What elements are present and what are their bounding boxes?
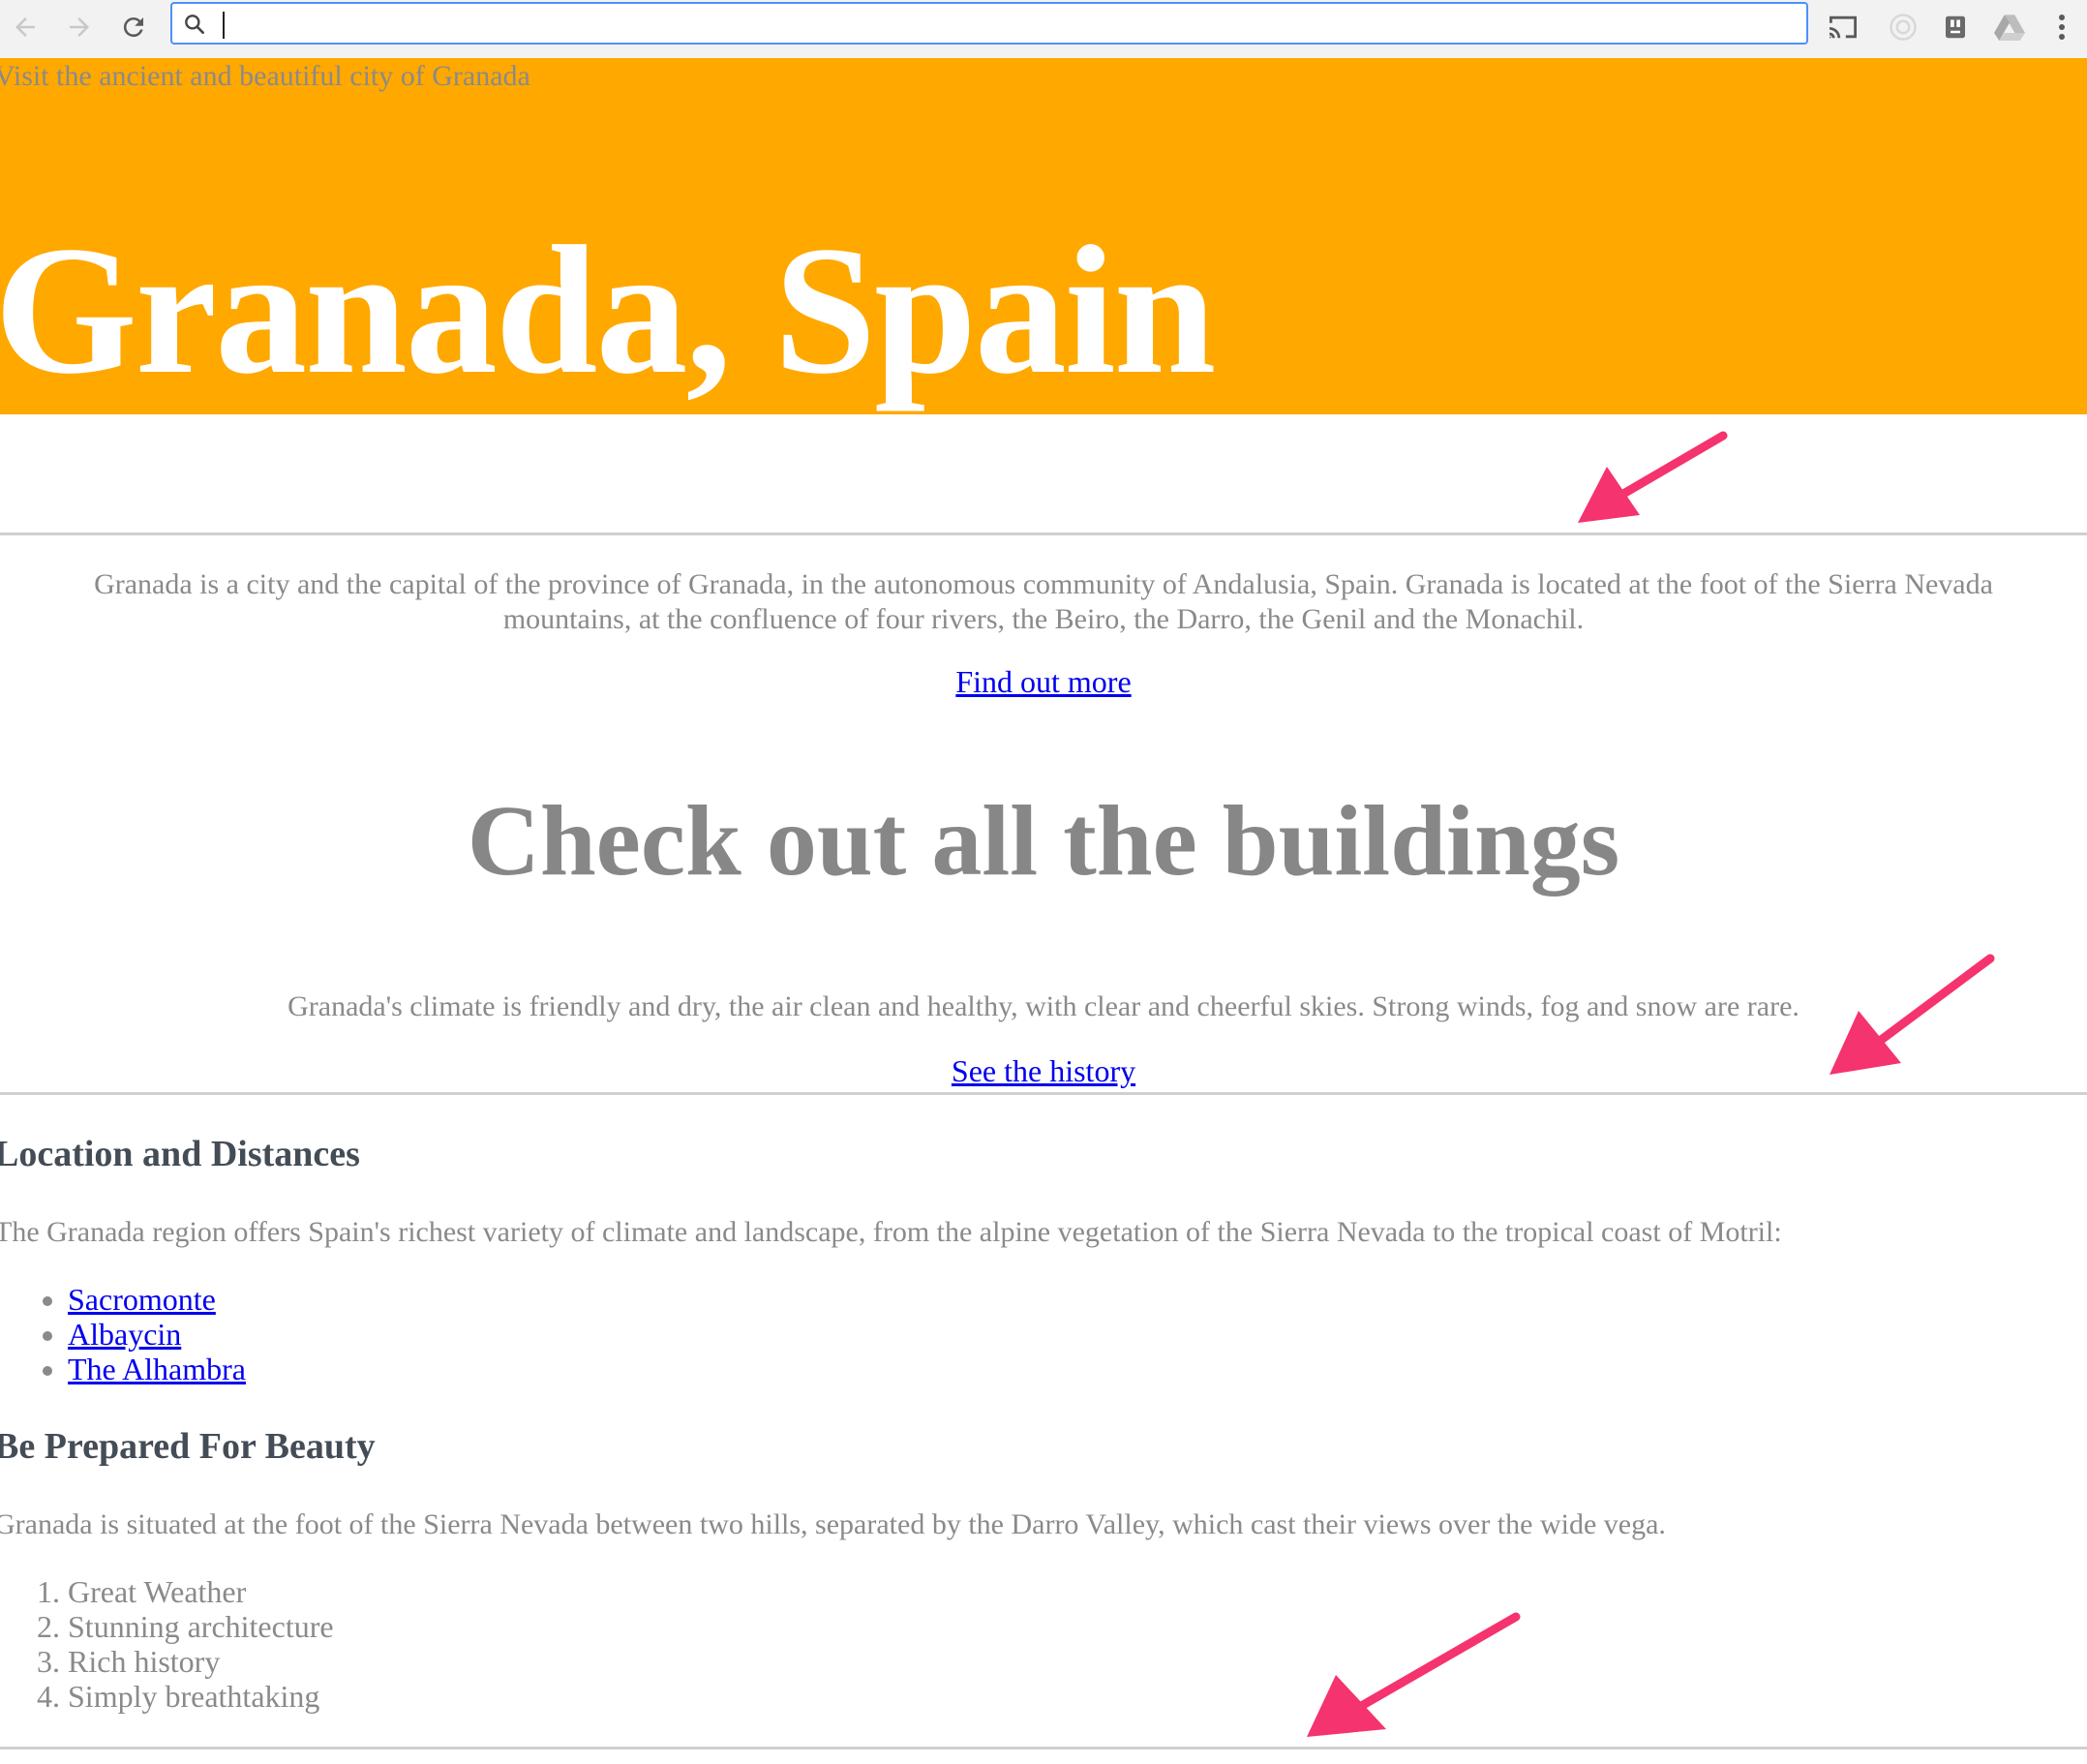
book-extension-icon[interactable] xyxy=(1934,6,1977,48)
list-item: Great Weather xyxy=(68,1574,334,1609)
place-link-alhambra[interactable]: The Alhambra xyxy=(68,1352,246,1386)
cast-icon[interactable] xyxy=(1822,6,1864,48)
hero-tagline: Visit the ancient and beautiful city of … xyxy=(0,60,530,92)
divider xyxy=(0,1092,2087,1095)
list-item: Stunning architecture xyxy=(68,1609,334,1644)
reasons-list: Great Weather Stunning architecture Rich… xyxy=(23,1574,334,1714)
page-title: Granada, Spain xyxy=(0,209,1216,412)
circle-extension-icon[interactable] xyxy=(1882,6,1924,48)
hero-banner: Visit the ancient and beautiful city of … xyxy=(0,58,2087,414)
annotation-arrow-icon xyxy=(1307,1612,1521,1737)
forward-arrow-icon[interactable] xyxy=(58,6,101,48)
list-item: Sacromonte xyxy=(68,1282,246,1317)
omnibox-input[interactable] xyxy=(219,8,1791,41)
list-item: Rich history xyxy=(68,1644,334,1679)
annotation-arrow-icon xyxy=(1578,431,1728,523)
location-paragraph: The Granada region offers Spain's riches… xyxy=(0,1216,1782,1248)
buildings-heading: Check out all the buildings xyxy=(467,785,1620,897)
intro-paragraph: Granada is a city and the capital of the… xyxy=(94,568,1993,635)
place-link-albaycin[interactable]: Albaycin xyxy=(68,1317,181,1352)
beauty-heading: Be Prepared For Beauty xyxy=(0,1426,376,1467)
divider xyxy=(0,532,2087,535)
see-the-history-link[interactable]: See the history xyxy=(952,1053,1135,1088)
location-heading: Location and Distances xyxy=(0,1134,360,1174)
search-icon xyxy=(182,12,207,42)
list-item: Albaycin xyxy=(68,1317,246,1352)
climate-paragraph: Granada's climate is friendly and dry, t… xyxy=(287,990,1800,1022)
beauty-paragraph: Granada is situated at the foot of the S… xyxy=(0,1508,1666,1540)
list-item: The Alhambra xyxy=(68,1352,246,1386)
kebab-menu-icon[interactable] xyxy=(2042,6,2081,48)
find-out-more-link[interactable]: Find out more xyxy=(955,664,1131,699)
browser-toolbar xyxy=(0,0,2087,59)
drive-icon[interactable] xyxy=(1988,6,2031,48)
reload-icon[interactable] xyxy=(112,6,155,48)
address-bar[interactable] xyxy=(170,2,1808,45)
divider xyxy=(0,1747,2087,1749)
place-link-sacromonte[interactable]: Sacromonte xyxy=(68,1282,216,1317)
places-list: Sacromonte Albaycin The Alhambra xyxy=(23,1282,246,1386)
back-arrow-icon[interactable] xyxy=(4,6,46,48)
list-item: Simply breathtaking xyxy=(68,1679,334,1714)
